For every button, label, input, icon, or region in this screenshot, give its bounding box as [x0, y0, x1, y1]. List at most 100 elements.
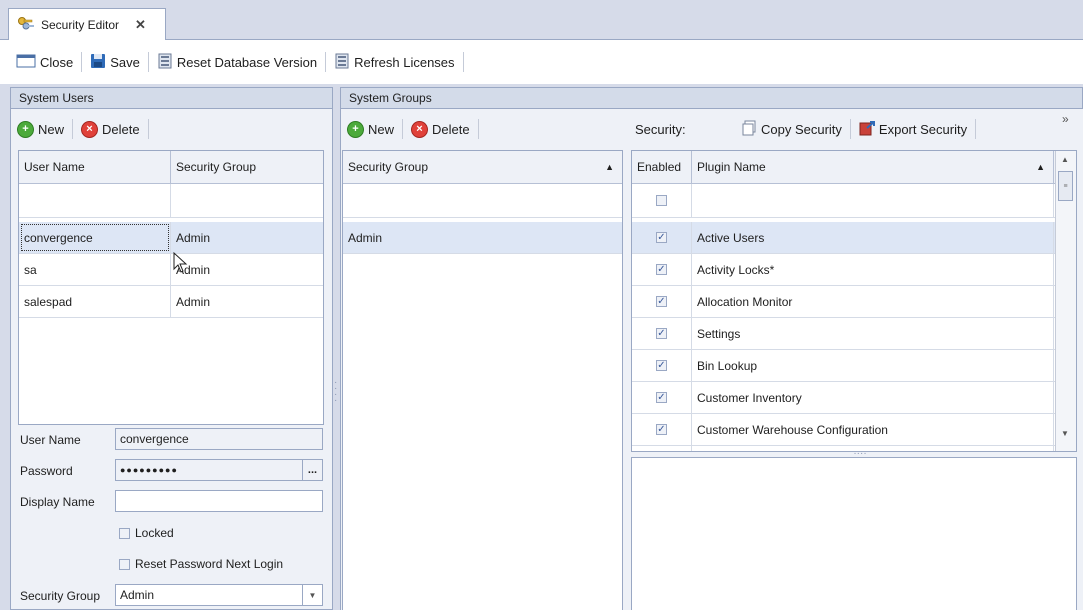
users-filter-row[interactable]	[19, 184, 323, 218]
password-ellipsis-button[interactable]: ...	[302, 460, 322, 480]
cell-enabled[interactable]: ✓	[632, 254, 692, 285]
main-toolbar: Close Save Reset Database Version Refres…	[0, 40, 1083, 84]
cell-user-name: salespad	[19, 286, 171, 317]
delete-user-button[interactable]: × Delete	[75, 116, 146, 142]
column-header-plugin-name[interactable]: Plugin Name ▲	[692, 151, 1054, 183]
cell-plugin-name: Bin Lookup	[692, 350, 1054, 381]
system-users-header: System Users	[10, 87, 333, 109]
plugin-detail-area	[631, 457, 1077, 610]
scroll-down-icon[interactable]: ▼	[1061, 429, 1069, 438]
table-row[interactable]: sa Admin	[19, 254, 323, 286]
password-value: ●●●●●●●●●	[120, 465, 178, 475]
enabled-checkbox[interactable]: ✓	[656, 328, 667, 339]
table-row[interactable]: convergence Admin	[19, 222, 323, 254]
copy-security-button[interactable]: Copy Security	[735, 116, 848, 142]
cell-security-group: Admin	[176, 230, 211, 245]
enabled-checkbox[interactable]: ✓	[656, 424, 667, 435]
enabled-checkbox[interactable]: ✓	[656, 392, 667, 403]
cell-enabled[interactable]: ✓	[632, 414, 692, 445]
cell-plugin-name: Active Users	[692, 222, 1054, 253]
enabled-checkbox[interactable]: ✓	[656, 264, 667, 275]
toolbar-separator	[849, 119, 851, 139]
cell-enabled[interactable]: ✓	[632, 350, 692, 381]
filter-cell[interactable]	[343, 184, 622, 217]
security-group-value: Admin	[120, 588, 155, 602]
enabled-checkbox[interactable]: ✓	[656, 296, 667, 307]
table-row[interactable]: Admin	[343, 222, 622, 254]
table-row[interactable]: ✓ Settings	[632, 318, 1076, 350]
reset-password-checkbox[interactable]	[119, 558, 130, 570]
groups-filter-row[interactable]	[343, 184, 622, 218]
scroll-thumb[interactable]: ≡	[1058, 171, 1073, 201]
filter-checkbox[interactable]	[656, 195, 667, 206]
new-user-button[interactable]: + New	[11, 116, 70, 142]
copy-icon	[741, 120, 757, 139]
table-row[interactable]: ✓ Active Users	[632, 222, 1076, 254]
table-row[interactable]: salespad Admin	[19, 286, 323, 318]
cell-enabled[interactable]: ✓	[632, 222, 692, 253]
locked-checkbox[interactable]	[119, 527, 130, 539]
cell-security-group: Admin	[348, 230, 383, 245]
toolbar-separator	[325, 52, 327, 72]
chevron-down-icon[interactable]: ▼	[302, 585, 322, 605]
cell-enabled[interactable]: ✓	[632, 382, 692, 413]
overflow-chevron-icon[interactable]: »	[1062, 112, 1069, 126]
column-header-user-name[interactable]: User Name	[19, 151, 171, 183]
security-toolbar: Security: Copy Security Export Security	[630, 114, 1080, 144]
table-row[interactable]: ✓ Customer Warehouse Configuration	[632, 414, 1076, 446]
plugins-scrollbar[interactable]: ▲ ≡ ▼	[1055, 151, 1076, 451]
column-header-enabled[interactable]: Enabled	[632, 151, 692, 183]
cell-enabled[interactable]: ✓	[632, 318, 692, 349]
scroll-up-icon[interactable]: ▲	[1061, 155, 1069, 164]
table-row[interactable]: ✓ Bin Lookup	[632, 350, 1076, 382]
cell-user-name: convergence	[19, 222, 171, 253]
save-button[interactable]: Save	[84, 49, 146, 75]
new-group-label: New	[368, 121, 395, 137]
system-users-title: System Users	[19, 91, 94, 105]
plugins-grid: Enabled Plugin Name ▲ ✓ Active Users ✓ Acti…	[631, 150, 1077, 452]
column-header-security-group[interactable]: Security Group	[171, 151, 323, 183]
delete-group-label: Delete	[432, 121, 470, 137]
close-button[interactable]: Close	[10, 49, 79, 75]
column-header-label: Security Group	[348, 160, 429, 174]
refresh-licenses-button[interactable]: Refresh Licenses	[328, 49, 460, 75]
security-group-select[interactable]: Admin	[115, 584, 323, 606]
cell-enabled[interactable]: ✓	[632, 286, 692, 317]
cell-plugin-name: Settings	[692, 318, 1054, 349]
table-row[interactable]: ✓ Allocation Monitor	[632, 286, 1076, 318]
copy-security-label: Copy Security	[761, 121, 842, 137]
display-name-label: Display Name	[20, 495, 95, 509]
delete-group-button[interactable]: × Delete	[405, 116, 476, 142]
plugins-filter-row[interactable]	[632, 184, 1076, 218]
display-name-field[interactable]	[115, 490, 323, 512]
new-user-label: New	[38, 121, 65, 137]
password-field[interactable]: ●●●●●●●●●	[115, 459, 323, 481]
filter-cell[interactable]	[171, 184, 323, 217]
reset-password-checkbox-row[interactable]: Reset Password Next Login	[119, 557, 283, 571]
reset-database-version-button[interactable]: Reset Database Version	[151, 49, 323, 75]
column-header-security-group[interactable]: Security Group ▲	[343, 151, 622, 183]
cell-enabled[interactable]: ✓	[632, 446, 692, 451]
enabled-checkbox[interactable]: ✓	[656, 360, 667, 371]
groups-grid-header: Security Group ▲	[343, 151, 622, 184]
security-group-label: Security Group	[20, 589, 101, 603]
toolbar-separator	[81, 52, 83, 72]
locked-checkbox-row[interactable]: Locked	[119, 526, 174, 540]
enabled-checkbox[interactable]: ✓	[656, 232, 667, 243]
filter-cell[interactable]	[632, 184, 692, 217]
filter-cell[interactable]	[692, 184, 1054, 217]
table-row[interactable]: ✓ Customer Inventory	[632, 382, 1076, 414]
cell-user-name: sa	[19, 254, 171, 285]
new-group-button[interactable]: + New	[341, 116, 400, 142]
tab-security-editor[interactable]: Security Editor ✕	[8, 8, 166, 41]
export-security-button[interactable]: Export Security	[853, 116, 973, 142]
toolbar-separator	[147, 119, 149, 139]
filter-cell[interactable]	[19, 184, 171, 217]
tab-close-icon[interactable]: ✕	[135, 17, 146, 33]
database-icon	[334, 53, 350, 72]
locked-label: Locked	[135, 526, 174, 540]
table-row[interactable]: ✓ Activity Locks*	[632, 254, 1076, 286]
delete-user-label: Delete	[102, 121, 140, 137]
window-icon	[16, 53, 36, 72]
username-field[interactable]: convergence	[115, 428, 323, 450]
